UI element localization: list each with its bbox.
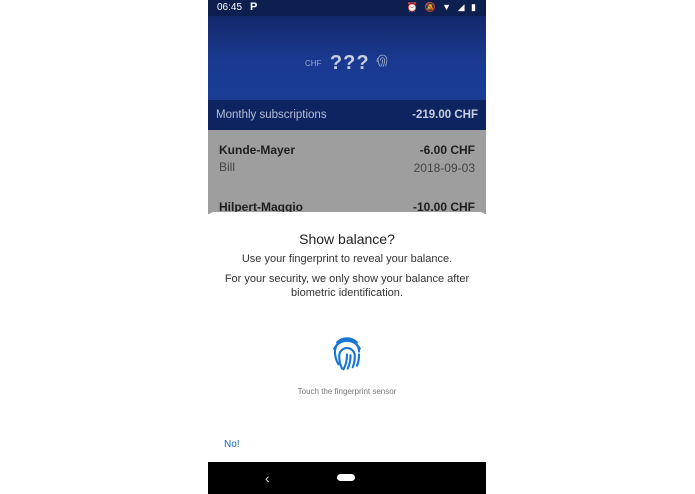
balance-header: CHF ??? — [208, 16, 486, 100]
fingerprint-sensor-icon — [330, 334, 364, 372]
battery-icon: ▮ — [471, 2, 478, 12]
phone-screen: 06:45 P ⏰ 🔕 ▼ ◢ ▮ CHF ??? Monthly subscr… — [208, 0, 486, 494]
app-indicator-icon: P — [250, 1, 258, 13]
transaction-amount: -6.00 CHF — [419, 143, 475, 157]
cancel-button[interactable]: No! — [224, 439, 240, 450]
subscriptions-label: Monthly subscriptions — [216, 109, 327, 121]
biometric-dialog: Show balance? Use your fingerprint to re… — [208, 212, 486, 462]
transaction-date: 2018-09-03 — [413, 161, 475, 175]
mute-icon: 🔕 — [424, 2, 438, 12]
balance-masked: ??? — [329, 52, 370, 74]
dialog-description: For your security, we only show your bal… — [224, 273, 470, 299]
alarm-icon: ⏰ — [406, 2, 420, 12]
navigation-bar: ‹ — [208, 462, 486, 494]
status-icons: ⏰ 🔕 ▼ ◢ ▮ — [407, 2, 478, 13]
back-button-icon[interactable]: ‹ — [265, 470, 270, 486]
status-bar: 06:45 P ⏰ 🔕 ▼ ◢ ▮ — [208, 0, 486, 16]
subscriptions-amount: -219.00 CHF — [412, 109, 478, 121]
transaction-list: Kunde-Mayer -6.00 CHF Bill 2018-09-03 Hi… — [208, 130, 486, 214]
currency-label: CHF — [304, 59, 322, 68]
subscriptions-row[interactable]: Monthly subscriptions -219.00 CHF — [208, 100, 486, 130]
home-button[interactable] — [337, 474, 355, 481]
balance-display[interactable]: CHF ??? — [208, 52, 486, 75]
fingerprint-icon — [376, 54, 389, 73]
dialog-hint: Touch the fingerprint sensor — [297, 387, 397, 396]
wifi-icon: ▼ — [442, 2, 454, 12]
status-time: 06:45 — [217, 2, 243, 13]
list-item[interactable]: Kunde-Mayer -6.00 CHF Bill 2018-09-03 — [219, 143, 475, 175]
dialog-title: Show balance? — [299, 231, 395, 247]
dialog-subtitle: Use your fingerprint to reveal your bala… — [241, 253, 453, 265]
signal-icon: ◢ — [457, 2, 467, 12]
